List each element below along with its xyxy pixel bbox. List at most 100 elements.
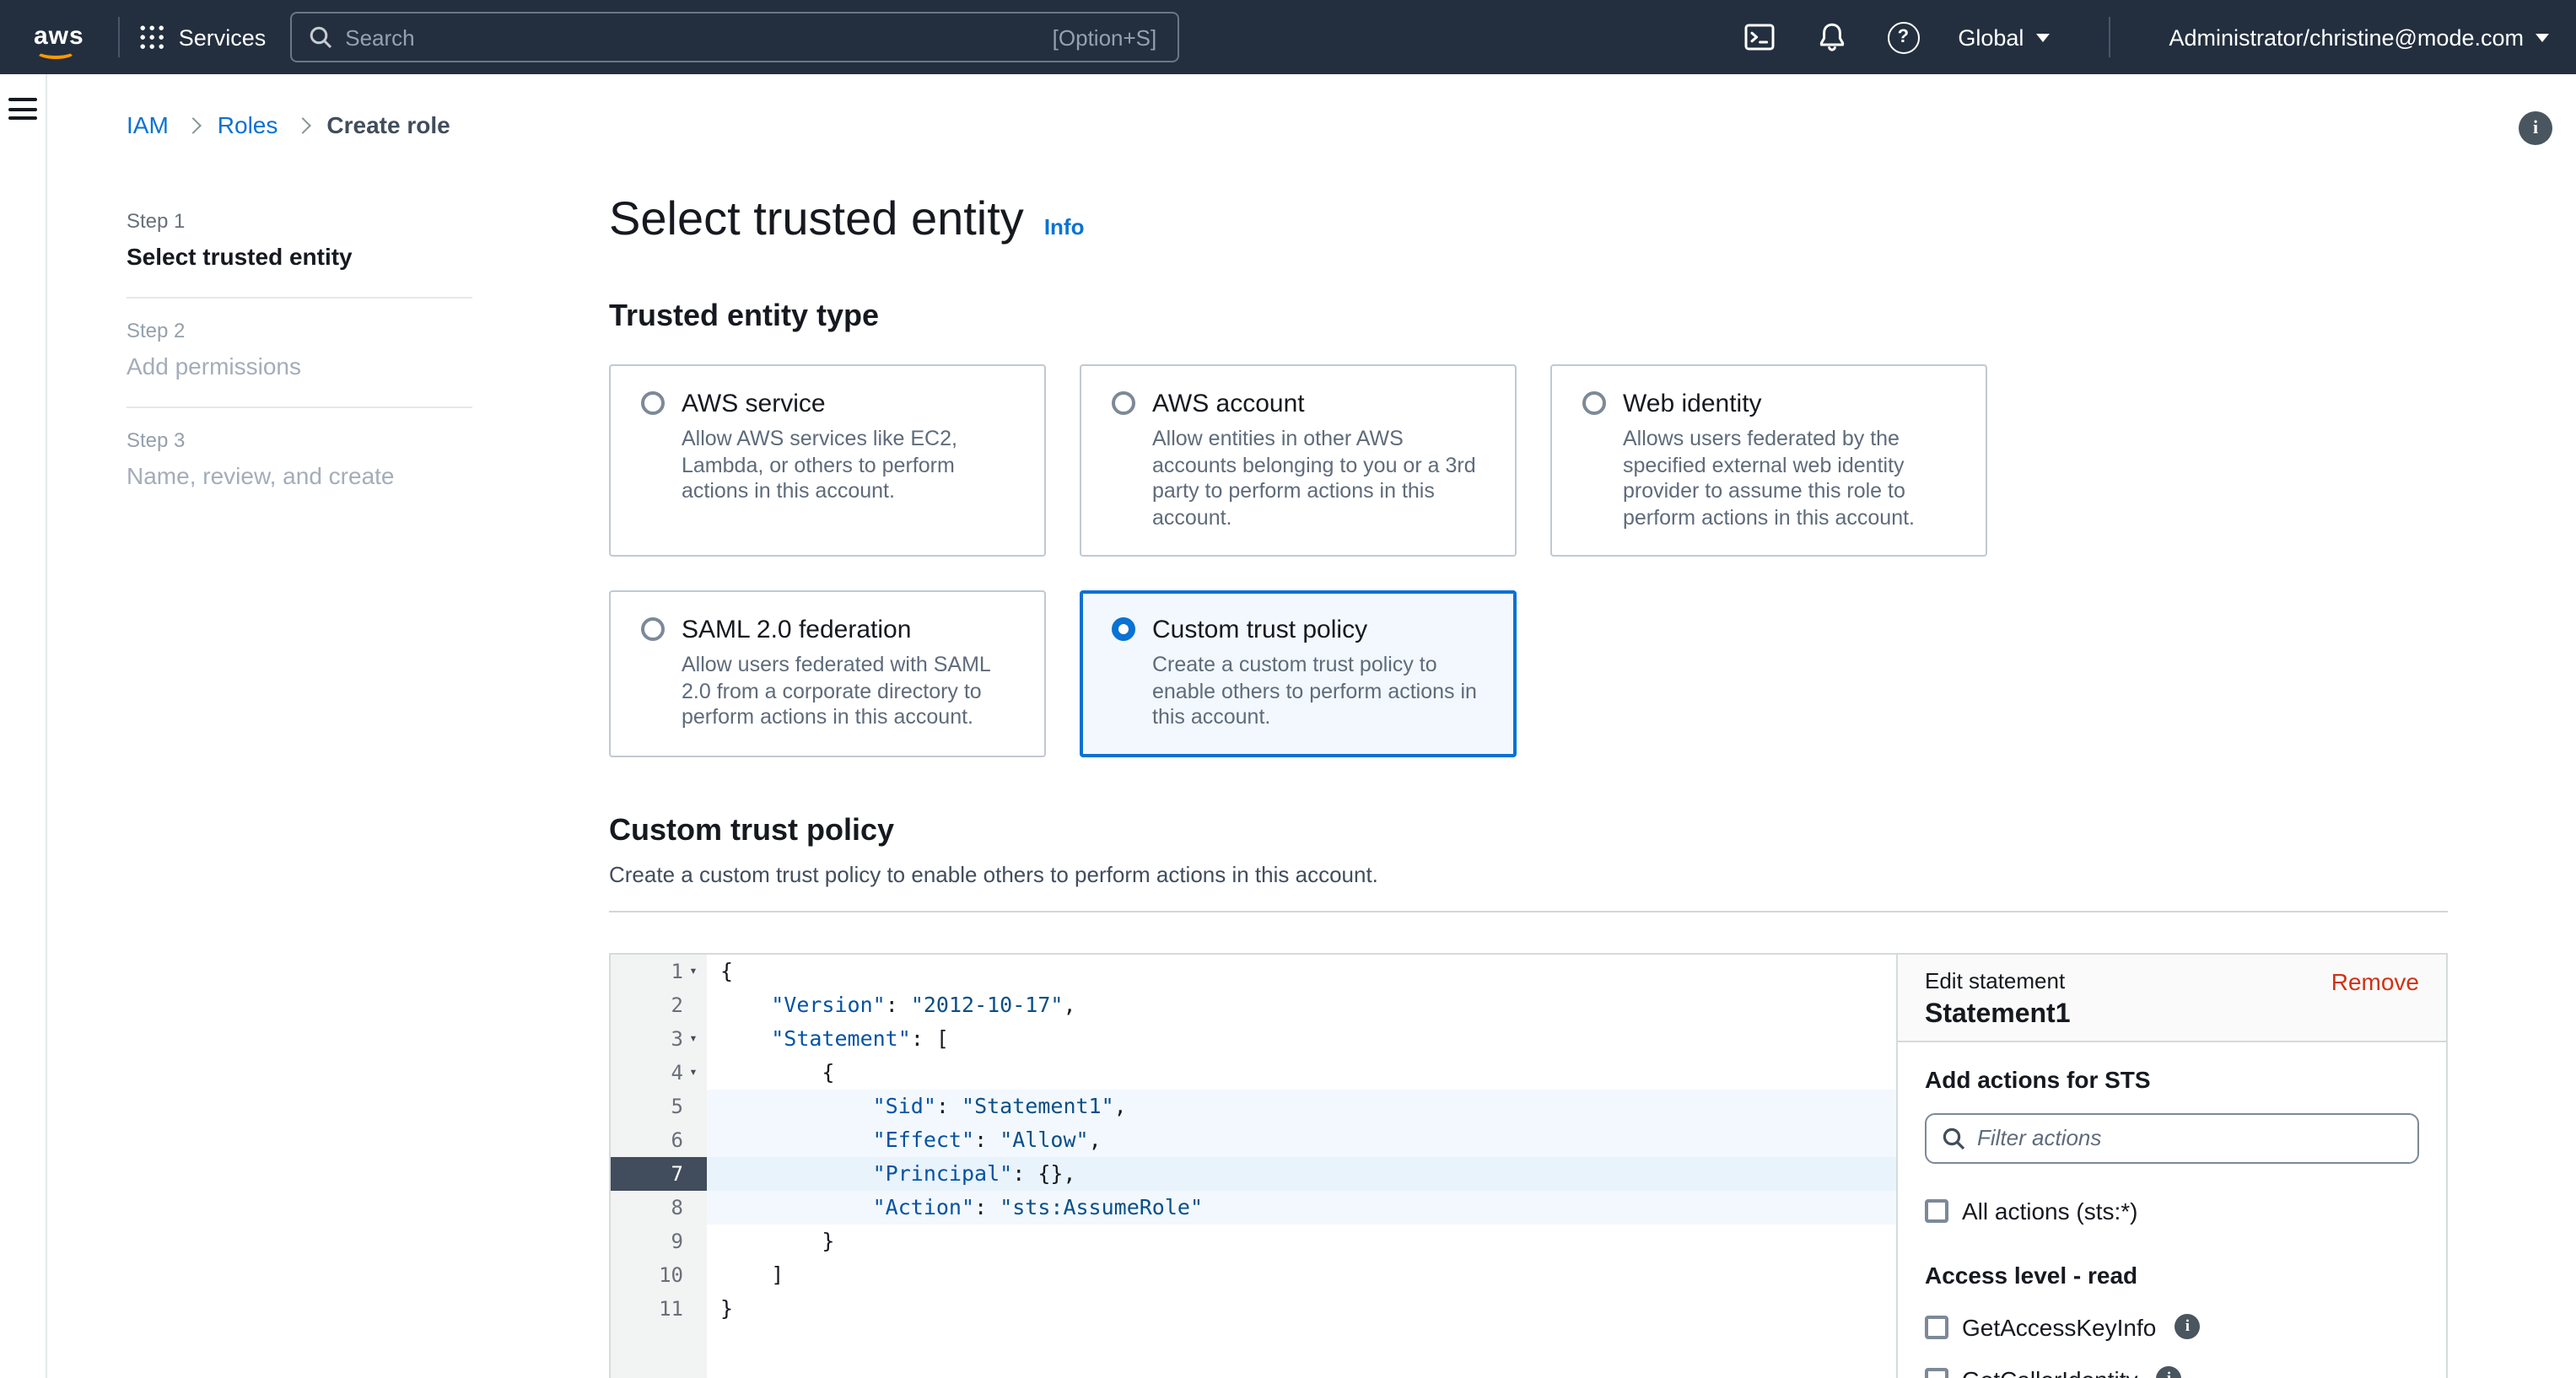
info-panel-icon[interactable]: i	[2519, 111, 2552, 145]
code-token: "Principal"	[873, 1160, 1013, 1185]
entity-type-card[interactable]: AWS accountAllow entities in other AWS a…	[1080, 364, 1517, 557]
line-number-text: 2	[646, 988, 683, 1021]
step-item[interactable]: Step 2Add permissions	[127, 299, 472, 408]
editor-line[interactable]: 1▾{	[611, 954, 1896, 988]
line-number-text: 11	[646, 1291, 683, 1325]
cloudshell-button[interactable]	[1742, 20, 1776, 54]
editor-line[interactable]: 7 "Principal": {},	[611, 1156, 1896, 1190]
page-title: Select trusted entity	[609, 189, 1024, 250]
breadcrumb-separator-icon	[185, 116, 202, 133]
info-icon[interactable]: i	[2175, 1314, 2200, 1339]
code-token: }	[720, 1227, 834, 1252]
code-token: ,	[1089, 1126, 1102, 1151]
breadcrumb-item[interactable]: IAM	[127, 111, 169, 138]
code-text: ]	[707, 1257, 1896, 1291]
code-text: "Action": "sts:AssumeRole"	[707, 1190, 1896, 1224]
radio-button[interactable]	[641, 617, 665, 641]
line-number-text: 10	[646, 1257, 683, 1291]
breadcrumb-separator-icon	[294, 116, 310, 133]
region-label: Global	[1958, 24, 2024, 50]
hamburger-bar	[8, 107, 37, 110]
fold-arrow-icon[interactable]: ▾	[683, 1021, 703, 1055]
code-text: "Sid": "Statement1",	[707, 1089, 1896, 1122]
line-number: 9	[611, 1224, 707, 1257]
all-actions-label: All actions (sts:*)	[1962, 1197, 2138, 1224]
card-description: Allow entities in other AWS accounts bel…	[1152, 427, 1488, 531]
entity-type-card[interactable]: Custom trust policyCreate a custom trust…	[1080, 590, 1517, 756]
remove-statement-link[interactable]: Remove	[2331, 967, 2419, 994]
fold-arrow-icon[interactable]: ▾	[683, 1055, 703, 1089]
menu-toggle-icon[interactable]	[8, 98, 37, 120]
top-nav-right: ? Global Administrator/christine@mode.co…	[1742, 17, 2549, 57]
top-nav-left: aws Services Search [Option+S]	[27, 12, 1742, 62]
bell-icon	[1814, 20, 1848, 54]
card-header: Web identity	[1582, 388, 1959, 420]
entity-type-card[interactable]: SAML 2.0 federationAllow users federated…	[609, 590, 1046, 756]
top-navigation: aws Services Search [Option+S]	[0, 0, 2576, 74]
nav-divider	[118, 17, 120, 57]
editor-line[interactable]: 2 "Version": "2012-10-17",	[611, 988, 1896, 1021]
action-checkbox-row: GetCallerIdentityi	[1925, 1365, 2419, 1378]
search-input[interactable]: Search [Option+S]	[289, 12, 1178, 62]
breadcrumb-item[interactable]: Roles	[218, 111, 278, 138]
editor-line[interactable]: 10 ]	[611, 1257, 1896, 1291]
code-token: :	[936, 1092, 962, 1117]
chevron-down-icon	[2035, 33, 2049, 48]
aws-logo[interactable]: aws	[27, 21, 98, 53]
notifications-button[interactable]	[1814, 20, 1848, 54]
services-menu[interactable]: Services	[140, 24, 267, 50]
editor-line[interactable]: 5 "Sid": "Statement1",	[611, 1089, 1896, 1122]
action-checkbox[interactable]	[1925, 1367, 1948, 1378]
code-token: : [	[911, 1025, 949, 1050]
info-icon[interactable]: i	[2157, 1366, 2182, 1378]
code-text: {	[707, 1055, 1896, 1089]
line-number-text: 1	[646, 954, 683, 988]
access-level-heading: Access level - read	[1925, 1261, 2419, 1288]
help-button[interactable]: ?	[1887, 21, 1919, 53]
step-number: Step 2	[127, 319, 472, 342]
radio-button[interactable]	[1112, 617, 1135, 641]
filter-actions-input[interactable]	[1977, 1125, 2402, 1150]
code-text: "Statement": [	[707, 1021, 1896, 1055]
cloudshell-terminal-icon	[1742, 20, 1776, 54]
breadcrumb-row: IAM Roles Create role i	[47, 74, 2576, 145]
editor-line[interactable]: 9 }	[611, 1224, 1896, 1257]
radio-button[interactable]	[1582, 391, 1606, 415]
radio-button[interactable]	[1112, 391, 1135, 415]
editor-line[interactable]: 6 "Effect": "Allow",	[611, 1122, 1896, 1156]
actions-heading: Add actions for STS	[1925, 1065, 2419, 1092]
line-number: 11	[611, 1291, 707, 1325]
info-link[interactable]: Info	[1044, 214, 1085, 240]
region-selector[interactable]: Global	[1958, 24, 2049, 50]
line-number: 1▾	[611, 954, 707, 988]
editor-line[interactable]: 3▾ "Statement": [	[611, 1021, 1896, 1055]
line-number: 3▾	[611, 1021, 707, 1055]
all-actions-row: All actions (sts:*)	[1925, 1197, 2419, 1224]
line-number-text: 4	[646, 1055, 683, 1089]
aws-logo-smile-icon	[35, 43, 76, 58]
code-text: "Version": "2012-10-17",	[707, 988, 1896, 1021]
breadcrumb: IAM Roles Create role	[127, 111, 450, 138]
line-number: 5	[611, 1089, 707, 1122]
account-menu[interactable]: Administrator/christine@mode.com	[2169, 24, 2549, 50]
policy-editor[interactable]: 1▾{2 "Version": "2012-10-17",3▾ "Stateme…	[611, 954, 1896, 1378]
services-label: Services	[179, 24, 267, 50]
radio-button[interactable]	[641, 391, 665, 415]
card-title: Custom trust policy	[1152, 614, 1367, 646]
entity-type-card[interactable]: Web identityAllows users federated by th…	[1550, 364, 1987, 557]
line-number: 4▾	[611, 1055, 707, 1089]
step-item[interactable]: Step 1Select trusted entity	[127, 189, 472, 299]
entity-type-card[interactable]: AWS serviceAllow AWS services like EC2, …	[609, 364, 1046, 557]
card-description: Allow users federated with SAML 2.0 from…	[682, 653, 1017, 731]
step-item[interactable]: Step 3Name, review, and create	[127, 408, 472, 516]
code-token: ,	[1063, 991, 1075, 1016]
editor-line[interactable]: 8 "Action": "sts:AssumeRole"	[611, 1190, 1896, 1224]
editor-line[interactable]: 11}	[611, 1291, 1896, 1325]
code-token: :	[974, 1193, 1000, 1219]
action-checkbox[interactable]	[1925, 1315, 1948, 1338]
code-token	[720, 1126, 873, 1151]
fold-arrow-icon[interactable]: ▾	[683, 954, 703, 988]
editor-line[interactable]: 4▾ {	[611, 1055, 1896, 1089]
breadcrumb-item: Create role	[326, 111, 450, 138]
all-actions-checkbox[interactable]	[1925, 1198, 1948, 1222]
